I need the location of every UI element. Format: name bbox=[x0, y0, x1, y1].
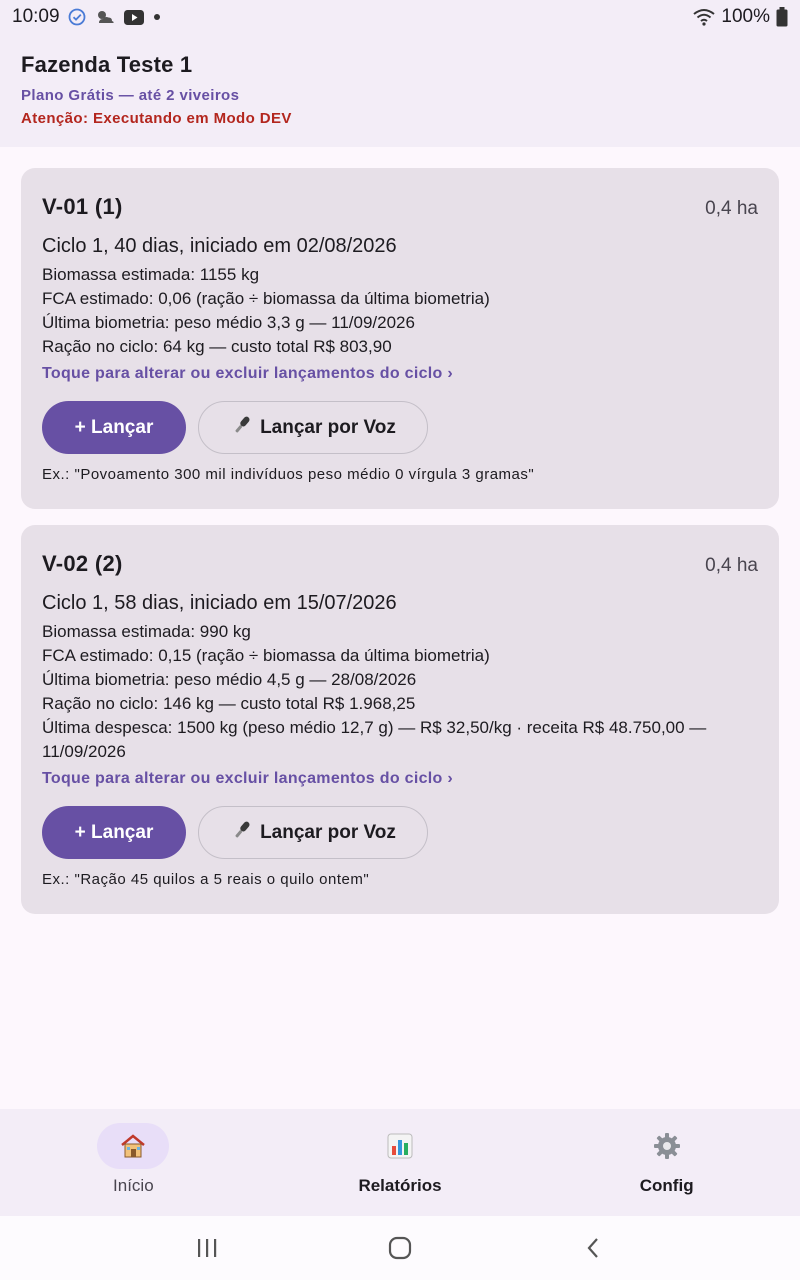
microphone-icon bbox=[230, 413, 254, 443]
launch-label: + Lançar bbox=[74, 821, 154, 843]
system-navigation bbox=[0, 1216, 800, 1280]
pond-title: V-02 (2) bbox=[42, 551, 123, 576]
biometry-line: Última biometria: peso médio 4,5 g — 28/… bbox=[42, 670, 417, 689]
launch-label: + Lançar bbox=[74, 416, 154, 438]
recents-icon[interactable] bbox=[177, 1223, 237, 1273]
cycle-info: Ciclo 1, 40 dias, iniciado em 02/08/2026 bbox=[42, 235, 397, 257]
feed-line: Ração no ciclo: 146 kg — custo total R$ … bbox=[42, 694, 416, 713]
harvest-date-line: 11/09/2026 bbox=[42, 742, 126, 761]
clock: 10:09 bbox=[12, 6, 60, 27]
harvest-line: Última despesca: 1500 kg (peso médio 12,… bbox=[42, 718, 707, 737]
launch-button[interactable]: + Lançar bbox=[42, 806, 186, 859]
dot-icon bbox=[152, 12, 162, 22]
voice-launch-button[interactable]: Lançar por Voz bbox=[198, 401, 428, 454]
bar-chart-icon bbox=[364, 1123, 436, 1169]
edit-entries-link[interactable]: Toque para alterar ou excluir lançamento… bbox=[42, 770, 758, 788]
voice-launch-label: Lançar por Voz bbox=[260, 821, 396, 843]
back-icon[interactable] bbox=[563, 1223, 623, 1273]
fca-line: FCA estimado: 0,15 (ração ÷ biomassa da … bbox=[42, 646, 490, 665]
pond-list: V-01 (1) 0,4 ha Ciclo 1, 40 dias, inicia… bbox=[0, 147, 800, 1109]
farm-name: Fazenda Teste 1 bbox=[21, 52, 193, 77]
status-bar: 10:09 100% bbox=[0, 0, 800, 34]
biometry-line: Última biometria: peso médio 3,3 g — 11/… bbox=[42, 313, 415, 332]
edit-entries-link[interactable]: Toque para alterar ou excluir lançamento… bbox=[42, 365, 758, 383]
bottom-navigation: Início Relatórios Config bbox=[0, 1109, 800, 1216]
voice-example: Ex.: "Povoamento 300 mil indivíduos peso… bbox=[42, 466, 535, 483]
biomass-line: Biomassa estimada: 1155 kg bbox=[42, 265, 260, 284]
biomass-line: Biomassa estimada: 990 kg bbox=[42, 622, 251, 641]
plan-label: Plano Grátis — até 2 viveiros bbox=[21, 87, 240, 104]
pond-card[interactable]: V-02 (2) 0,4 ha Ciclo 1, 58 dias, inicia… bbox=[21, 525, 779, 914]
wifi-icon bbox=[693, 8, 716, 26]
home-icon[interactable] bbox=[370, 1223, 430, 1273]
voice-launch-label: Lançar por Voz bbox=[260, 416, 396, 438]
check-circle-icon bbox=[68, 8, 86, 26]
fca-line: FCA estimado: 0,06 (ração ÷ biomassa da … bbox=[42, 289, 490, 308]
house-icon bbox=[97, 1123, 170, 1169]
nav-item-relatorios[interactable]: Relatórios bbox=[267, 1109, 534, 1216]
dev-mode-warning: Atenção: Executando em Modo DEV bbox=[21, 110, 292, 127]
launch-button[interactable]: + Lançar bbox=[42, 401, 186, 454]
nav-item-inicio[interactable]: Início bbox=[0, 1109, 267, 1216]
pond-area: 0,4 ha bbox=[705, 555, 758, 576]
nav-label: Config bbox=[639, 1176, 694, 1195]
weather-icon bbox=[94, 8, 116, 26]
microphone-icon bbox=[230, 818, 254, 848]
youtube-icon bbox=[123, 9, 144, 25]
feed-line: Ração no ciclo: 64 kg — custo total R$ 8… bbox=[42, 337, 392, 356]
gear-icon bbox=[631, 1123, 703, 1169]
voice-example: Ex.: "Ração 45 quilos a 5 reais o quilo … bbox=[42, 871, 370, 888]
nav-label: Início bbox=[113, 1176, 154, 1195]
pond-card[interactable]: V-01 (1) 0,4 ha Ciclo 1, 40 dias, inicia… bbox=[21, 168, 779, 509]
app-header: Fazenda Teste 1 Plano Grátis — até 2 viv… bbox=[0, 34, 800, 147]
battery-percent: 100% bbox=[721, 6, 770, 27]
voice-launch-button[interactable]: Lançar por Voz bbox=[198, 806, 428, 859]
nav-item-config[interactable]: Config bbox=[533, 1109, 800, 1216]
pond-area: 0,4 ha bbox=[705, 198, 758, 219]
battery-icon bbox=[776, 7, 788, 27]
pond-title: V-01 (1) bbox=[42, 194, 123, 219]
nav-label: Relatórios bbox=[358, 1176, 442, 1195]
cycle-info: Ciclo 1, 58 dias, iniciado em 15/07/2026 bbox=[42, 592, 397, 614]
